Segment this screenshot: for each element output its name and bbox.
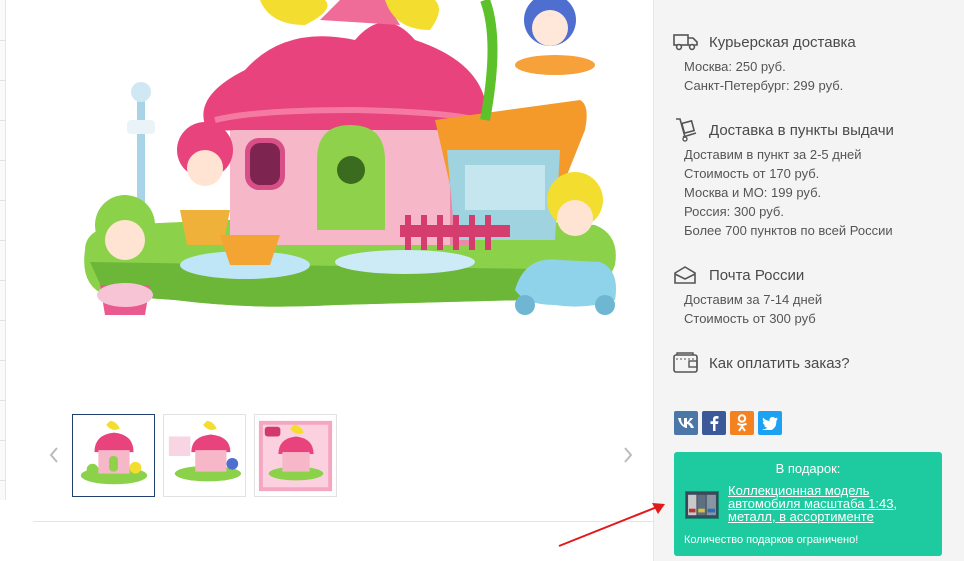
pickup-info-line: Москва и МО: 199 руб. (684, 185, 822, 200)
post-delivery-title: Почта России (709, 266, 805, 284)
vk-share-button[interactable] (674, 411, 698, 435)
gift-heading: В подарок: (775, 461, 841, 476)
courier-delivery-section: Курьерская доставка Москва: 250 руб. Сан… (673, 31, 958, 95)
gift-promo-box: В подарок: Коллекционная модель автомоби… (674, 452, 942, 556)
gift-limited-note: Количество подарков ограничено! (684, 534, 859, 546)
gift-item-link[interactable]: Коллекционная модель автомобиля масштаба… (728, 484, 935, 523)
pickup-delivery-section: Доставка в пункты выдачи Доставим в пунк… (673, 118, 958, 240)
post-delivery-section: Почта России Доставим за 7-14 дней Стоим… (673, 264, 958, 328)
gallery-thumbnail[interactable] (163, 414, 246, 497)
payment-info-section: Как оплатить заказ? (673, 352, 958, 374)
post-info-line: Стоимость от 300 руб (684, 311, 816, 326)
facebook-share-button[interactable] (702, 411, 726, 435)
courier-price-moscow: Москва: 250 руб. (684, 59, 786, 74)
gift-car-image[interactable] (685, 491, 719, 519)
courier-price-spb: Санкт-Петербург: 299 руб. (684, 78, 844, 93)
gallery-next-arrow[interactable] (622, 446, 634, 464)
gift-item: Коллекционная модель автомобиля масштаба… (685, 484, 935, 523)
annotation-arrow (558, 503, 665, 547)
pickup-info-line: Доставим в пункт за 2-5 дней (684, 147, 862, 162)
truck-icon (673, 31, 701, 53)
hand-truck-icon (673, 118, 701, 142)
gallery-thumbnail[interactable] (254, 414, 337, 497)
how-to-pay-link[interactable]: Как оплатить заказ? (673, 352, 958, 374)
wallet-icon (673, 352, 701, 374)
odnoklassniki-share-button[interactable] (730, 411, 754, 435)
mail-envelope-icon (673, 264, 701, 286)
pickup-info-line: Более 700 пунктов по всей России (684, 223, 893, 238)
page-left-edge (0, 0, 6, 500)
pickup-info-line: Россия: 300 руб. (684, 204, 784, 219)
twitter-share-button[interactable] (758, 411, 782, 435)
gallery-thumbnail[interactable] (72, 414, 155, 497)
post-info-line: Доставим за 7-14 дней (684, 292, 823, 307)
how-to-pay-title: Как оплатить заказ? (709, 354, 850, 372)
pickup-delivery-title: Доставка в пункты выдачи (709, 121, 894, 139)
courier-delivery-title: Курьерская доставка (709, 33, 856, 51)
pickup-info-line: Стоимость от 170 руб. (684, 166, 820, 181)
gallery-prev-arrow[interactable] (48, 446, 60, 464)
product-main-image[interactable] (55, 0, 645, 375)
social-share-bar (674, 411, 782, 435)
